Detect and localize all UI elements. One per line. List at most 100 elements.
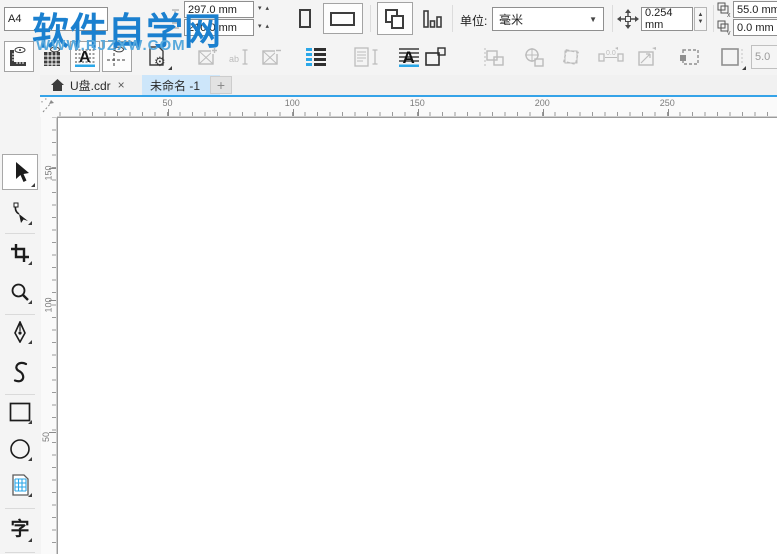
zoom-tool[interactable] <box>6 278 34 306</box>
snap-center-button[interactable] <box>519 41 549 72</box>
all-pages-icon <box>385 8 404 29</box>
treat-as-filled-icon <box>680 48 699 65</box>
nudge-spinner[interactable]: ▲ ▼ <box>694 7 707 31</box>
svg-text:A: A <box>403 48 415 67</box>
edit-text-button[interactable] <box>350 41 384 72</box>
guidelines-icon <box>107 46 127 67</box>
paper-width-input[interactable]: 297.0 mm <box>184 1 254 18</box>
nudge-offset-icon <box>617 9 639 29</box>
paper-height-input[interactable]: 210.0 mm <box>184 19 254 36</box>
character-formatting-button[interactable]: A <box>70 41 100 72</box>
text-tool-icon: 字 <box>10 519 30 540</box>
curve-tool[interactable] <box>6 358 34 386</box>
snap-objects-button[interactable] <box>481 41 511 72</box>
pen-tool-icon <box>14 321 26 343</box>
dynamic-dimensions-button[interactable]: 0.0 <box>595 41 627 72</box>
v-ruler-tick <box>49 432 56 433</box>
crop-tool[interactable] <box>6 239 34 267</box>
duplicate-y-input[interactable]: 0.0 mm <box>733 19 777 36</box>
remove-frame-button[interactable] <box>258 41 286 72</box>
landscape-icon <box>330 11 355 26</box>
snap-rotate-button[interactable] <box>557 41 587 72</box>
page-size-select[interactable]: A4 <box>4 7 108 31</box>
drawing-canvas[interactable] <box>57 117 777 554</box>
text-properties-button[interactable]: A <box>394 41 424 72</box>
show-grid-button[interactable] <box>38 41 66 72</box>
text-list-icon <box>306 47 326 66</box>
tab-untitled-active[interactable]: 未命名 -1 <box>142 75 220 95</box>
shape-tool[interactable] <box>6 199 34 227</box>
units-dropdown[interactable]: 毫米 ▼ <box>492 7 604 31</box>
outline-style-icon <box>721 47 743 66</box>
add-frame-button[interactable] <box>194 41 222 72</box>
tab-u-disk-label: U盘.cdr <box>70 78 111 93</box>
pick-tool-icon <box>16 162 29 182</box>
paper-width-spinner[interactable]: ▾ ▴ <box>258 5 270 12</box>
text-insert-button[interactable]: ab <box>226 41 254 72</box>
new-tab-plus-icon: + <box>216 77 226 93</box>
coreldraw-window: A4 297.0 mm ▾ ▴ 210.0 mm ▾ ▴ 单位: 毫米 ▼ 0.… <box>0 0 777 554</box>
dynamic-dimensions-icon: 0.0 <box>598 46 624 62</box>
h-ruler-label-250: 250 <box>659 98 675 108</box>
outline-width-input[interactable]: 5.0 <box>751 45 777 69</box>
text-insert-icon: ab <box>229 48 248 65</box>
snap-objects-icon <box>484 47 504 66</box>
remove-frame-icon <box>262 46 282 65</box>
tab-u-disk[interactable]: U盘.cdr × <box>62 75 154 95</box>
h-ruler-tick <box>418 109 419 116</box>
svg-text:ab: ab <box>229 54 239 64</box>
h-ruler-label-200: 200 <box>534 98 550 108</box>
all-pages-button[interactable] <box>377 2 413 35</box>
current-page-icon <box>423 10 442 28</box>
tab-close-icon[interactable]: × <box>118 78 125 92</box>
nudge-distance-input[interactable]: 0.254 mm <box>641 7 693 31</box>
v-ruler-tick <box>49 300 56 301</box>
horizontal-ruler[interactable]: 50 100 150 200 250 <box>57 97 777 117</box>
rectangle-tool-icon <box>9 402 31 422</box>
svg-text:⚙: ⚙ <box>154 54 166 69</box>
rectangle-tool[interactable] <box>6 398 34 426</box>
document-options-button[interactable]: ⚙ <box>140 41 174 72</box>
vertical-ruler[interactable]: 150 100 50 <box>41 117 57 554</box>
crop-tool-icon <box>11 244 29 262</box>
new-tab-button[interactable]: + <box>210 76 232 94</box>
outline-style-button[interactable] <box>716 41 748 72</box>
text-tool[interactable]: 字 <box>6 516 34 544</box>
edit-text-icon <box>354 46 378 67</box>
portrait-button[interactable] <box>292 4 318 34</box>
tab-untitled-label: 未命名 -1 <box>150 78 201 93</box>
treat-as-filled-button[interactable] <box>676 41 706 72</box>
portrait-icon <box>299 9 311 28</box>
pen-tool[interactable] <box>6 318 34 346</box>
outline-width-value: 5.0 <box>755 51 771 63</box>
h-ruler-tick <box>543 109 544 116</box>
pick-tool[interactable] <box>2 154 38 190</box>
property-bar: A4 297.0 mm ▾ ▴ 210.0 mm ▾ ▴ 单位: 毫米 ▼ 0.… <box>0 0 777 39</box>
duplicate-x-icon: x <box>717 2 731 17</box>
duplicate-x-value: 55.0 mm <box>737 3 777 16</box>
show-rulers-button[interactable] <box>4 41 34 72</box>
snap-node-button[interactable] <box>421 41 451 72</box>
landscape-button[interactable] <box>323 3 363 34</box>
paper-height-value: 210.0 mm <box>188 21 237 34</box>
nudge-distance-value: 0.254 mm <box>645 7 673 31</box>
scale-window-button[interactable] <box>633 41 663 72</box>
units-value: 毫米 <box>499 12 524 27</box>
paper-height-spinner[interactable]: ▾ ▴ <box>258 23 270 30</box>
ellipse-tool[interactable] <box>6 435 34 463</box>
h-ruler-tick <box>168 109 169 116</box>
add-frame-icon <box>198 46 218 65</box>
svg-text:x: x <box>727 12 731 17</box>
text-list-button[interactable] <box>301 41 331 72</box>
horizontal-ruler-ticks <box>57 112 777 116</box>
ruler-origin-corner[interactable] <box>40 97 57 117</box>
graph-paper-tool[interactable] <box>6 471 34 499</box>
ellipse-tool-icon <box>10 439 30 459</box>
show-guidelines-button[interactable] <box>102 41 132 72</box>
zoom-tool-icon <box>11 283 29 301</box>
current-page-button[interactable] <box>418 4 446 34</box>
snap-center-icon <box>525 47 544 67</box>
duplicate-x-input[interactable]: 55.0 mm <box>733 1 777 18</box>
duplicate-y-value: 0.0 mm <box>737 21 774 34</box>
h-ruler-tick <box>668 109 669 116</box>
